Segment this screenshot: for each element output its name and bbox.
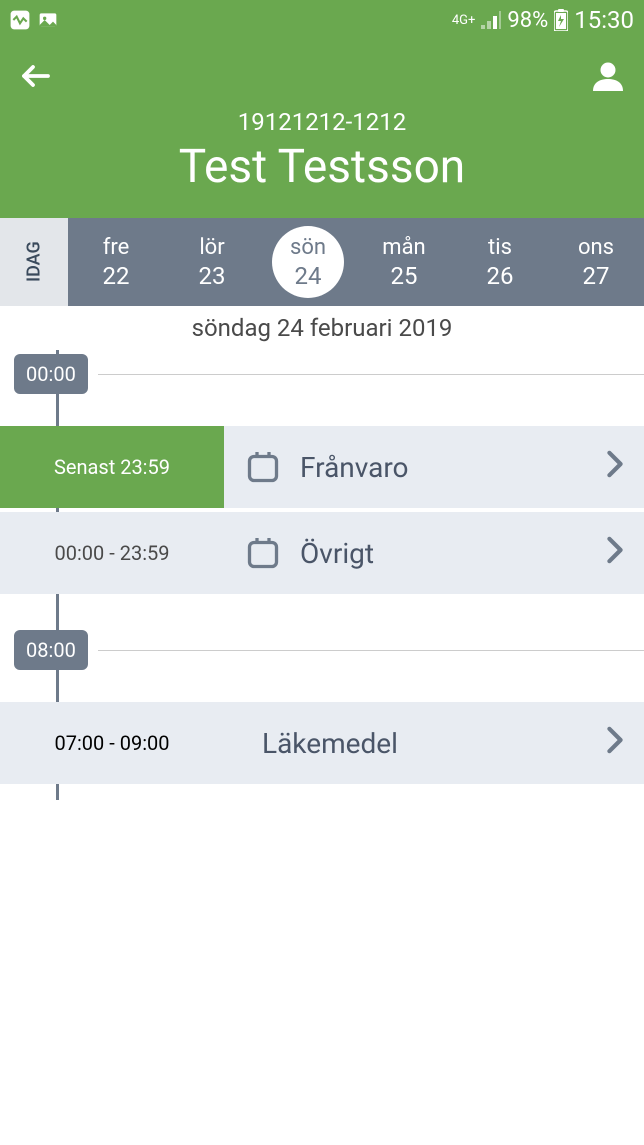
event-time-label: 00:00 - 23:59 [0,512,224,594]
image-icon [38,10,58,30]
profile-button[interactable] [588,56,628,96]
day-name: sön [290,235,326,260]
chevron-right-icon [606,450,624,485]
event-franvaro[interactable]: Senast 23:59 Frånvaro [0,426,644,508]
day-item-fre[interactable]: fre 22 [80,226,152,298]
time-badge: 08:00 [14,630,88,670]
day-item-tis[interactable]: tis 26 [464,226,536,298]
network-indicator: 4G+ [452,13,476,28]
day-item-man[interactable]: mån 25 [368,226,440,298]
day-num: 27 [583,262,610,290]
timeline: 00:00 Senast 23:59 Frånvaro 00:00 - 23:5… [0,350,644,800]
time-marker-0800: 08:00 [0,626,644,674]
activity-icon [10,10,30,30]
event-time-label: 07:00 - 09:00 [0,702,224,784]
day-name: mån [382,235,425,260]
battery-icon [554,9,568,31]
today-button[interactable]: IDAG [0,218,68,306]
event-title: Läkemedel [262,727,588,760]
day-num: 23 [199,262,226,290]
event-title: Övrigt [300,537,588,570]
event-time-label: Senast 23:59 [0,426,224,508]
person-id: 19121212-1212 [16,108,628,136]
chevron-right-icon [606,536,624,571]
day-num: 25 [391,262,418,290]
status-bar: 4G+ 98% 15:30 [0,0,644,40]
calendar-icon [244,448,282,486]
event-ovrigt[interactable]: 00:00 - 23:59 Övrigt [0,512,644,594]
event-lakemedel[interactable]: 07:00 - 09:00 Läkemedel [0,702,644,784]
day-name: tis [488,235,512,260]
signal-icon [481,11,501,29]
person-name: Test Testsson [16,140,628,194]
time-badge: 00:00 [14,354,88,394]
current-date-label: söndag 24 februari 2019 [0,306,644,350]
event-title: Frånvaro [300,451,588,484]
day-name: fre [103,235,130,260]
day-name: lör [199,235,224,260]
day-name: ons [578,235,614,260]
app-header: 19121212-1212 Test Testsson [0,40,644,218]
days-scroll[interactable]: fre 22 lör 23 sön 24 mån 25 tis 26 ons 2… [68,218,644,306]
chevron-right-icon [606,726,624,761]
day-item-son[interactable]: sön 24 [272,226,344,298]
back-button[interactable] [16,56,56,96]
day-num: 24 [295,262,322,290]
day-item-ons[interactable]: ons 27 [560,226,632,298]
day-num: 22 [103,262,130,290]
battery-percent: 98% [507,8,548,33]
clock-time: 15:30 [574,6,634,34]
day-selector: IDAG fre 22 lör 23 sön 24 mån 25 tis 26 … [0,218,644,306]
day-item-lor[interactable]: lör 23 [176,226,248,298]
day-num: 26 [487,262,514,290]
time-marker-0000: 00:00 [0,350,644,398]
calendar-icon [244,534,282,572]
